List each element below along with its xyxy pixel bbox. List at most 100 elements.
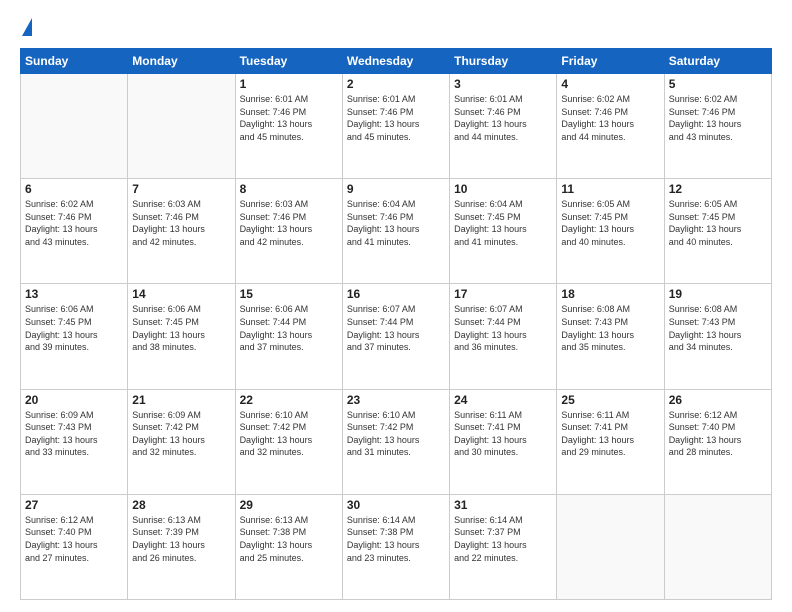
day-number: 17 — [454, 287, 552, 301]
day-number: 14 — [132, 287, 230, 301]
day-number: 21 — [132, 393, 230, 407]
day-info: Sunrise: 6:13 AM Sunset: 7:39 PM Dayligh… — [132, 514, 230, 564]
calendar-cell: 10Sunrise: 6:04 AM Sunset: 7:45 PM Dayli… — [450, 179, 557, 284]
calendar-cell: 28 Sunrise: 6:13 AM Sunset: 7:39 PM Dayli… — [128, 494, 235, 599]
weekday-header-wednesday: Wednesday — [342, 49, 449, 74]
day-info: Sunrise: 6:08 AM Sunset: 7:43 PM Dayligh… — [669, 303, 767, 353]
day-info: Sunrise: 6:03 AM Sunset: 7:46 PM Dayligh… — [132, 198, 230, 248]
calendar-cell — [21, 74, 128, 179]
day-info: Sunrise: 6:04 AM Sunset: 7:45 PM Dayligh… — [454, 198, 552, 248]
day-number: 24 — [454, 393, 552, 407]
day-info: Sunrise: 6:02 AM Sunset: 7:46 PM Dayligh… — [669, 93, 767, 143]
day-info: Sunrise: 6:07 AM Sunset: 7:44 PM Dayligh… — [454, 303, 552, 353]
day-number: 1 — [240, 77, 338, 91]
day-number: 25 — [561, 393, 659, 407]
day-number: 12 — [669, 182, 767, 196]
calendar-cell: 20 Sunrise: 6:09 AM Sunset: 7:43 PM Dayli… — [21, 389, 128, 494]
weekday-header-friday: Friday — [557, 49, 664, 74]
day-info: Sunrise: 6:01 AM Sunset: 7:46 PM Dayligh… — [240, 93, 338, 143]
calendar-cell — [128, 74, 235, 179]
calendar-cell: 14 Sunrise: 6:06 AM Sunset: 7:45 PM Dayli… — [128, 284, 235, 389]
calendar-cell: 23 Sunrise: 6:10 AM Sunset: 7:42 PM Dayli… — [342, 389, 449, 494]
day-number: 18 — [561, 287, 659, 301]
day-number: 20 — [25, 393, 123, 407]
calendar-cell — [664, 494, 771, 599]
calendar-table: SundayMondayTuesdayWednesdayThursdayFrid… — [20, 48, 772, 600]
calendar-cell: 11 Sunrise: 6:05 AM Sunset: 7:45 PM Dayli… — [557, 179, 664, 284]
day-number: 8 — [240, 182, 338, 196]
day-info: Sunrise: 6:12 AM Sunset: 7:40 PM Dayligh… — [25, 514, 123, 564]
day-info: Sunrise: 6:08 AM Sunset: 7:43 PM Dayligh… — [561, 303, 659, 353]
calendar-cell: 21 Sunrise: 6:09 AM Sunset: 7:42 PM Dayli… — [128, 389, 235, 494]
day-info: Sunrise: 6:13 AM Sunset: 7:38 PM Dayligh… — [240, 514, 338, 564]
day-info: Sunrise: 6:03 AM Sunset: 7:46 PM Dayligh… — [240, 198, 338, 248]
day-info: Sunrise: 6:02 AM Sunset: 7:46 PM Dayligh… — [561, 93, 659, 143]
day-info: Sunrise: 6:11 AM Sunset: 7:41 PM Dayligh… — [561, 409, 659, 459]
day-number: 4 — [561, 77, 659, 91]
day-number: 13 — [25, 287, 123, 301]
calendar-cell: 8 Sunrise: 6:03 AM Sunset: 7:46 PM Daylig… — [235, 179, 342, 284]
day-info: Sunrise: 6:01 AM Sunset: 7:46 PM Dayligh… — [347, 93, 445, 143]
day-number: 2 — [347, 77, 445, 91]
day-info: Sunrise: 6:09 AM Sunset: 7:43 PM Dayligh… — [25, 409, 123, 459]
calendar-cell: 15 Sunrise: 6:06 AM Sunset: 7:44 PM Dayli… — [235, 284, 342, 389]
day-number: 15 — [240, 287, 338, 301]
calendar-cell: 12 Sunrise: 6:05 AM Sunset: 7:45 PM Dayli… — [664, 179, 771, 284]
day-info: Sunrise: 6:06 AM Sunset: 7:45 PM Dayligh… — [132, 303, 230, 353]
day-info: Sunrise: 6:01 AM Sunset: 7:46 PM Dayligh… — [454, 93, 552, 143]
day-number: 9 — [347, 182, 445, 196]
weekday-header-monday: Monday — [128, 49, 235, 74]
day-number: 26 — [669, 393, 767, 407]
calendar-cell: 18 Sunrise: 6:08 AM Sunset: 7:43 PM Dayli… — [557, 284, 664, 389]
day-info: Sunrise: 6:06 AM Sunset: 7:45 PM Dayligh… — [25, 303, 123, 353]
weekday-header-sunday: Sunday — [21, 49, 128, 74]
day-number: 28 — [132, 498, 230, 512]
calendar-cell: 9 Sunrise: 6:04 AM Sunset: 7:46 PM Daylig… — [342, 179, 449, 284]
day-info: Sunrise: 6:02 AM Sunset: 7:46 PM Dayligh… — [25, 198, 123, 248]
day-info: Sunrise: 6:05 AM Sunset: 7:45 PM Dayligh… — [669, 198, 767, 248]
calendar-cell: 16 Sunrise: 6:07 AM Sunset: 7:44 PM Dayli… — [342, 284, 449, 389]
calendar-cell: 13 Sunrise: 6:06 AM Sunset: 7:45 PM Dayli… — [21, 284, 128, 389]
weekday-header-thursday: Thursday — [450, 49, 557, 74]
day-info: Sunrise: 6:05 AM Sunset: 7:45 PM Dayligh… — [561, 198, 659, 248]
day-number: 3 — [454, 77, 552, 91]
day-number: 7 — [132, 182, 230, 196]
calendar-cell: 6Sunrise: 6:02 AM Sunset: 7:46 PM Daylig… — [21, 179, 128, 284]
calendar-cell: 22 Sunrise: 6:10 AM Sunset: 7:42 PM Dayli… — [235, 389, 342, 494]
day-info: Sunrise: 6:14 AM Sunset: 7:37 PM Dayligh… — [454, 514, 552, 564]
day-number: 30 — [347, 498, 445, 512]
weekday-header-saturday: Saturday — [664, 49, 771, 74]
calendar-cell: 7 Sunrise: 6:03 AM Sunset: 7:46 PM Daylig… — [128, 179, 235, 284]
calendar-cell: 24Sunrise: 6:11 AM Sunset: 7:41 PM Dayli… — [450, 389, 557, 494]
day-info: Sunrise: 6:14 AM Sunset: 7:38 PM Dayligh… — [347, 514, 445, 564]
calendar-cell: 19Sunrise: 6:08 AM Sunset: 7:43 PM Dayli… — [664, 284, 771, 389]
day-number: 22 — [240, 393, 338, 407]
calendar-cell: 2 Sunrise: 6:01 AM Sunset: 7:46 PM Daylig… — [342, 74, 449, 179]
logo — [20, 18, 32, 38]
day-number: 27 — [25, 498, 123, 512]
day-number: 5 — [669, 77, 767, 91]
calendar-cell: 17 Sunrise: 6:07 AM Sunset: 7:44 PM Dayli… — [450, 284, 557, 389]
day-number: 23 — [347, 393, 445, 407]
header — [20, 18, 772, 38]
day-number: 31 — [454, 498, 552, 512]
day-info: Sunrise: 6:09 AM Sunset: 7:42 PM Dayligh… — [132, 409, 230, 459]
calendar-cell: 31 Sunrise: 6:14 AM Sunset: 7:37 PM Dayli… — [450, 494, 557, 599]
day-info: Sunrise: 6:07 AM Sunset: 7:44 PM Dayligh… — [347, 303, 445, 353]
day-number: 16 — [347, 287, 445, 301]
calendar-cell: 3 Sunrise: 6:01 AM Sunset: 7:46 PM Daylig… — [450, 74, 557, 179]
weekday-header-tuesday: Tuesday — [235, 49, 342, 74]
day-info: Sunrise: 6:10 AM Sunset: 7:42 PM Dayligh… — [347, 409, 445, 459]
calendar-cell: 5 Sunrise: 6:02 AM Sunset: 7:46 PM Daylig… — [664, 74, 771, 179]
day-number: 11 — [561, 182, 659, 196]
calendar-cell: 29 Sunrise: 6:13 AM Sunset: 7:38 PM Dayli… — [235, 494, 342, 599]
day-info: Sunrise: 6:12 AM Sunset: 7:40 PM Dayligh… — [669, 409, 767, 459]
day-info: Sunrise: 6:10 AM Sunset: 7:42 PM Dayligh… — [240, 409, 338, 459]
day-number: 29 — [240, 498, 338, 512]
calendar-cell: 4 Sunrise: 6:02 AM Sunset: 7:46 PM Daylig… — [557, 74, 664, 179]
calendar-cell: 25 Sunrise: 6:11 AM Sunset: 7:41 PM Dayli… — [557, 389, 664, 494]
calendar-cell — [557, 494, 664, 599]
day-info: Sunrise: 6:06 AM Sunset: 7:44 PM Dayligh… — [240, 303, 338, 353]
calendar-cell: 1 Sunrise: 6:01 AM Sunset: 7:46 PM Daylig… — [235, 74, 342, 179]
day-info: Sunrise: 6:04 AM Sunset: 7:46 PM Dayligh… — [347, 198, 445, 248]
